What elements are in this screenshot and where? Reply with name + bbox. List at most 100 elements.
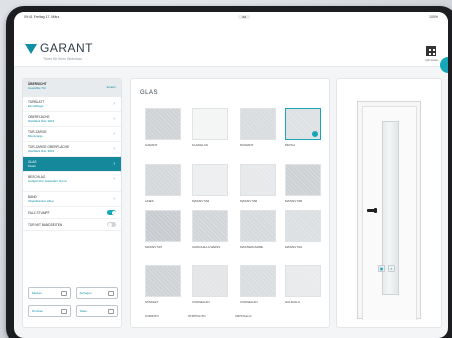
glass-swatch[interactable] (285, 210, 321, 242)
glass-swatch[interactable] (192, 164, 228, 196)
panel-title: GLAS (140, 90, 159, 96)
sidebar-item-value: Einzelflügel (28, 104, 44, 108)
button-label: Teilen (79, 309, 88, 313)
button-label: Drucken (32, 309, 44, 313)
glass-swatch[interactable] (285, 265, 321, 297)
brand-logo[interactable]: GARANT (25, 41, 94, 55)
toggle-label: FALZ STUMPF (28, 210, 50, 215)
glass-swatch[interactable] (192, 108, 228, 140)
button-label: Merken (32, 291, 43, 295)
qr-label: QR-Code (425, 58, 438, 62)
status-bar: 09:41 Freitag 17. März aa 100% (14, 12, 448, 21)
glass-swatch[interactable] (240, 108, 276, 140)
request-button[interactable]: Anfragen (75, 287, 118, 299)
sidebar-item-oberflaeche[interactable]: OBERFLÄCHE Weißlack RAL 9016 › (23, 112, 121, 127)
overview-header[interactable]: ÜBERSICHT Gewählte Tür ändern (23, 79, 121, 97)
swatch-label: CRISTALLO (235, 314, 252, 318)
glass-swatch[interactable] (240, 265, 276, 297)
screen: 09:41 Freitag 17. März aa 100% GARANT Tü… (14, 12, 448, 338)
swatch-label: MASSIV 507 (145, 245, 163, 249)
toggle-row-falz: FALZ STUMPF (23, 207, 121, 219)
sidebar-item-turblatt[interactable]: TÜRBLATT Einzelflügel › (23, 97, 121, 112)
swatch-label: MASSIV 504 (192, 199, 210, 203)
url-pill[interactable]: aa (238, 14, 251, 19)
glass-panel: GLAS GARANT KLARGLAS DIAMANT PETALI LINES MAS… (130, 78, 330, 328)
check-icon (312, 131, 318, 137)
swatch-label: MASTERCARRE (240, 245, 264, 249)
share-icon (108, 308, 114, 314)
qr-code-icon[interactable] (426, 46, 436, 56)
door-frame (357, 101, 421, 320)
sidebar-item-value: Objektbänder silber (28, 199, 55, 203)
glass-swatch[interactable] (145, 265, 181, 297)
header: GARANT Türen für Ihren Wohnbau QR-Code (14, 21, 448, 73)
swatch-label: MASSIV 501 (285, 245, 303, 249)
swatch-label: CORINTO (145, 314, 159, 318)
chevron-right-icon: › (113, 146, 115, 152)
swatch-label: STARLET (145, 300, 159, 304)
brand-name: GARANT (40, 41, 94, 55)
swatch-label: DIAMANT (240, 143, 254, 147)
sidebar-item-value: Griffgarnitur, Edelstahl, Rund (28, 179, 67, 183)
sidebar-item-beschlag[interactable]: BESCHLAG Griffgarnitur, Edelstahl, Rund … (23, 172, 121, 192)
button-label: Anfragen (79, 291, 92, 295)
toggle-row-bandseiten: TÜR MIT BANDSEITEN (23, 219, 121, 231)
glass-swatch[interactable] (240, 164, 276, 196)
glass-swatch[interactable] (285, 108, 321, 140)
change-link[interactable]: ändern (107, 85, 116, 89)
image-icon[interactable]: ▣ (378, 265, 385, 272)
action-buttons: Merken Anfragen Drucken Teilen (28, 287, 118, 317)
door-leaf (362, 106, 417, 320)
swatch-label: CHINCHILLA WEISS (192, 245, 221, 249)
glass-swatch[interactable] (285, 164, 321, 196)
glass-swatch[interactable] (192, 265, 228, 297)
sidebar-item-zarge-oberflaeche[interactable]: TÜR-ZARGE OBERFLÄCHE Weißlack RAL 9016 › (23, 142, 121, 157)
glass-swatch[interactable] (240, 210, 276, 242)
swatch-label: CORNELIAN (192, 300, 210, 304)
chevron-right-icon: › (113, 161, 115, 167)
sidebar-item-glas[interactable]: GLAS Petali › (23, 157, 121, 172)
chevron-right-icon: › (113, 176, 115, 182)
sidebar-item-value: Weißlack RAL 9016 (28, 119, 55, 123)
swatch-label: PETALI (285, 143, 296, 147)
printer-icon (60, 308, 67, 314)
swatch-label: MASSIV 506 (240, 199, 258, 203)
swatch-label: HULDIGLA (285, 300, 301, 304)
status-time: 09:41 Freitag 17. März (24, 14, 60, 19)
tablet-frame: 09:41 Freitag 17. März aa 100% GARANT Tü… (6, 6, 452, 338)
swatch-label: GARANT (145, 143, 158, 147)
swatch-label: LINES (145, 199, 154, 203)
heart-icon (60, 290, 67, 296)
zoom-icon[interactable]: ⌕ (388, 265, 395, 272)
chevron-right-icon: › (113, 101, 115, 107)
brand-tagline: Türen für Ihren Wohnbau (43, 57, 83, 61)
chevron-right-icon: › (113, 116, 115, 122)
logo-triangle-icon (25, 44, 37, 54)
falz-toggle[interactable] (107, 210, 116, 215)
glass-swatch[interactable] (145, 210, 181, 242)
glass-swatch[interactable] (192, 210, 228, 242)
glass-swatch[interactable] (145, 108, 181, 140)
sidebar-item-value: Blockzarge (28, 134, 43, 138)
swatch-label: MASSIV 505 (285, 199, 303, 203)
print-button[interactable]: Drucken (28, 305, 71, 317)
swatch-label: KLARGLAS (192, 143, 208, 147)
sidebar-item-zarge[interactable]: TÜR-ZARGE Blockzarge › (23, 127, 121, 142)
share-button[interactable]: Teilen (75, 305, 118, 317)
menu-fab-button[interactable] (440, 57, 448, 73)
sidebar-item-value: Weißlack RAL 9016 (28, 149, 55, 153)
chevron-right-icon: › (113, 131, 115, 137)
config-sidebar: ÜBERSICHT Gewählte Tür ändern TÜRBLATT E… (22, 78, 122, 328)
sidebar-item-band[interactable]: BAND Objektbänder silber › (23, 192, 121, 207)
save-button[interactable]: Merken (28, 287, 71, 299)
sidebar-item-value: Petali (28, 164, 36, 168)
swatch-label: CORNELIAN (240, 300, 258, 304)
glass-swatch[interactable] (145, 164, 181, 196)
swatch-label: STIPPOLITO (188, 314, 206, 318)
bandseiten-toggle[interactable] (107, 222, 116, 227)
mail-icon (108, 290, 114, 296)
overview-subtitle: Gewählte Tür (28, 86, 46, 90)
battery-status: 100% (429, 14, 438, 19)
chevron-right-icon: › (113, 196, 115, 202)
door-preview-panel: ▣ ⌕ (336, 78, 442, 328)
